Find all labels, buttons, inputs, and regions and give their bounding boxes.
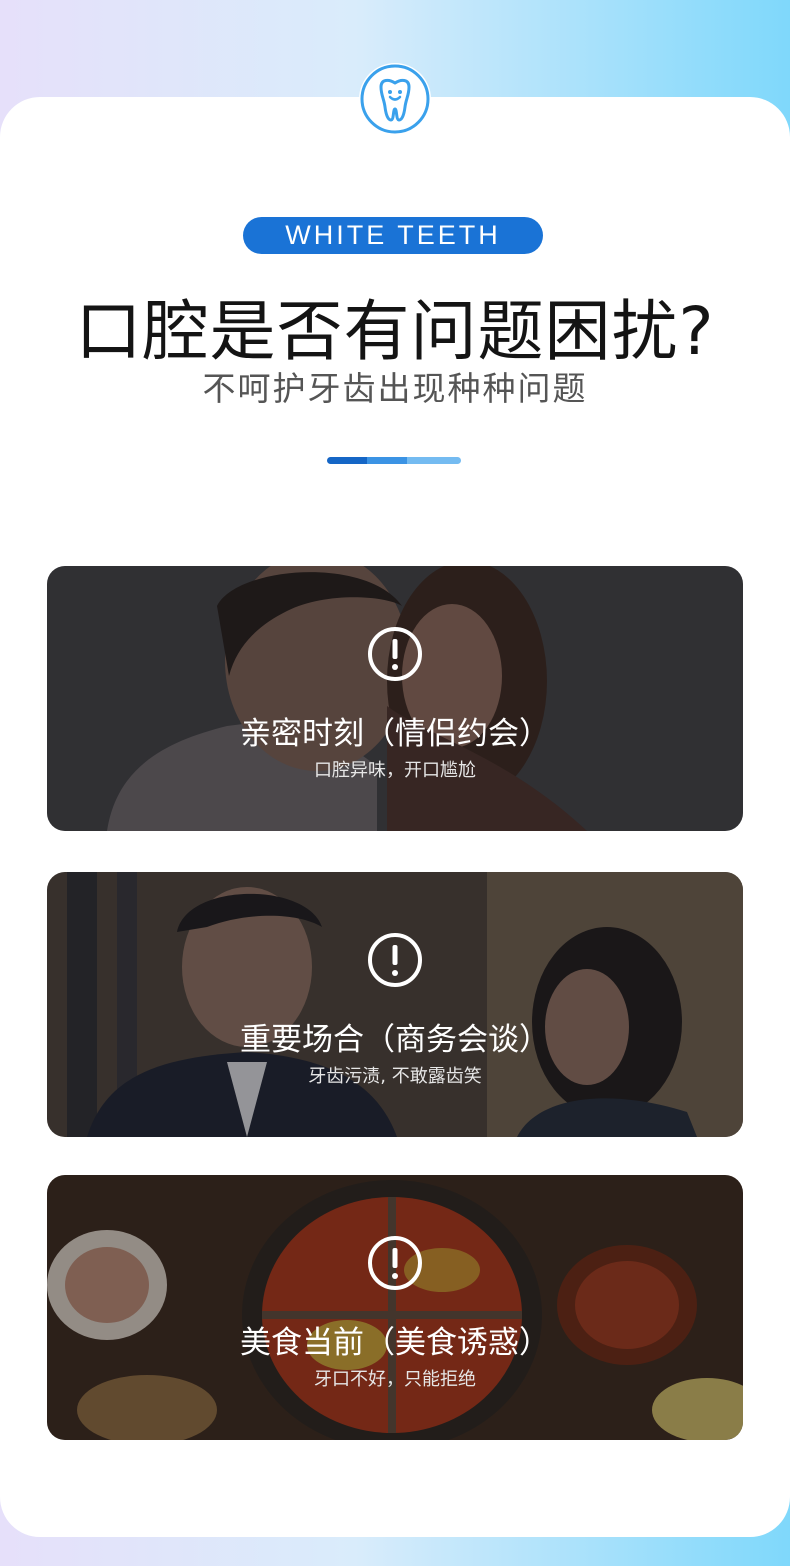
scene-subtitle: 牙齿污渍, 不敢露齿笑 — [308, 1066, 482, 1087]
divider-segment — [407, 457, 461, 464]
scene-card-dating: 亲密时刻（情侣约会） 口腔异味，开口尴尬 — [47, 566, 743, 831]
scene-title: 美食当前（美食诱惑） — [240, 1325, 550, 1361]
scene-subtitle: 牙口不好，只能拒绝 — [314, 1369, 476, 1390]
scene-card-food: 美食当前（美食诱惑） 牙口不好，只能拒绝 — [47, 1175, 743, 1440]
tooth-badge — [359, 63, 431, 135]
alert-icon — [368, 1236, 422, 1290]
scene-subtitle: 口腔异味，开口尴尬 — [314, 760, 476, 781]
scene-card-business: 重要场合（商务会谈） 牙齿污渍, 不敢露齿笑 — [47, 872, 743, 1137]
divider-segment — [367, 457, 407, 464]
page-title: 口腔是否有问题困扰? — [75, 293, 715, 370]
divider-segment — [327, 457, 367, 464]
alert-icon — [368, 627, 422, 681]
alert-icon — [368, 933, 422, 987]
scene-title: 重要场合（商务会谈） — [240, 1022, 550, 1058]
scene-title: 亲密时刻（情侣约会） — [240, 716, 550, 752]
brand-badge: WHITE TEETH — [243, 217, 543, 254]
page-subtitle: 不呵护牙齿出现种种问题 — [202, 369, 588, 408]
tooth-icon — [360, 64, 430, 134]
